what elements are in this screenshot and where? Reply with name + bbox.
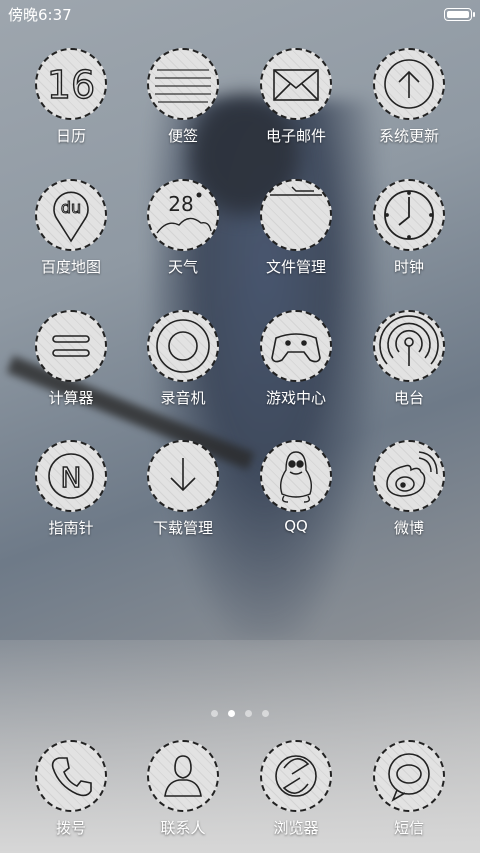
- status-time: 傍晚6:37: [8, 6, 72, 24]
- app-label: 文件管理: [265, 258, 326, 276]
- app-label: 系统更新: [378, 127, 439, 145]
- app-mail[interactable]: 电子邮件: [240, 48, 352, 146]
- browser-icon: [260, 740, 332, 812]
- calendar-icon: 16: [35, 48, 107, 120]
- dock-messages[interactable]: 短信: [353, 740, 465, 838]
- page-dot[interactable]: [211, 710, 218, 717]
- app-label: 电子邮件: [265, 127, 326, 145]
- page-dot[interactable]: [245, 710, 252, 717]
- app-download-manager[interactable]: 下载管理: [127, 440, 239, 538]
- weather-icon: 28: [147, 179, 219, 251]
- app-qq[interactable]: QQ: [240, 440, 352, 535]
- status-bar: 傍晚6:37: [0, 0, 480, 28]
- app-baidu-map[interactable]: du 百度地图: [15, 179, 127, 277]
- svg-text:du: du: [61, 198, 81, 217]
- svg-text:16: 16: [47, 63, 95, 107]
- phone-icon: [35, 740, 107, 812]
- app-label: 录音机: [160, 389, 206, 407]
- app-label: 日历: [55, 127, 86, 145]
- app-calendar[interactable]: 16 日历: [15, 48, 127, 146]
- weibo-icon: [373, 440, 445, 512]
- app-label: 联系人: [160, 819, 206, 837]
- app-label: 短信: [393, 819, 424, 837]
- app-label: 拨号: [55, 819, 86, 837]
- contacts-icon: [147, 740, 219, 812]
- dock-contacts[interactable]: 联系人: [127, 740, 239, 838]
- app-label: 百度地图: [40, 258, 101, 276]
- app-compass[interactable]: N 指南针: [15, 440, 127, 538]
- app-file-manager[interactable]: 文件管理: [240, 179, 352, 277]
- app-label: 浏览器: [273, 819, 319, 837]
- app-label: 指南针: [48, 519, 94, 537]
- svg-text:N: N: [61, 461, 82, 494]
- update-icon: [373, 48, 445, 120]
- svg-text:28: 28: [168, 192, 193, 216]
- compass-icon: N: [35, 440, 107, 512]
- calculator-icon: [35, 310, 107, 382]
- page-dot-active[interactable]: [228, 710, 235, 717]
- app-label: 下载管理: [152, 519, 213, 537]
- app-label: 便签: [167, 127, 198, 145]
- gamepad-icon: [260, 310, 332, 382]
- app-label: 天气: [167, 258, 198, 276]
- mail-icon: [260, 48, 332, 120]
- download-icon: [147, 440, 219, 512]
- app-label: 微博: [393, 519, 424, 537]
- message-icon: [373, 740, 445, 812]
- app-label: 游戏中心: [265, 389, 326, 407]
- battery-icon: [444, 8, 475, 21]
- app-label: QQ: [284, 517, 308, 535]
- baidu-map-icon: du: [35, 179, 107, 251]
- app-weibo[interactable]: 微博: [353, 440, 465, 538]
- page-dot[interactable]: [262, 710, 269, 717]
- app-label: 时钟: [393, 258, 424, 276]
- dock-phone[interactable]: 拨号: [15, 740, 127, 838]
- radio-icon: [373, 310, 445, 382]
- qq-penguin-icon: [260, 440, 332, 512]
- app-game-center[interactable]: 游戏中心: [240, 310, 352, 408]
- recorder-icon: [147, 310, 219, 382]
- clock-icon: [373, 179, 445, 251]
- page-indicator: [0, 702, 480, 717]
- folder-icon: [260, 179, 332, 251]
- app-radio[interactable]: 电台: [353, 310, 465, 408]
- app-weather[interactable]: 28 天气: [127, 179, 239, 277]
- app-notes[interactable]: 便签: [127, 48, 239, 146]
- app-label: 计算器: [48, 389, 94, 407]
- app-system-update[interactable]: 系统更新: [353, 48, 465, 146]
- notes-icon: [147, 48, 219, 120]
- app-clock[interactable]: 时钟: [353, 179, 465, 277]
- app-recorder[interactable]: 录音机: [127, 310, 239, 408]
- app-calculator[interactable]: 计算器: [15, 310, 127, 408]
- app-label: 电台: [393, 389, 424, 407]
- dock-browser[interactable]: 浏览器: [240, 740, 352, 838]
